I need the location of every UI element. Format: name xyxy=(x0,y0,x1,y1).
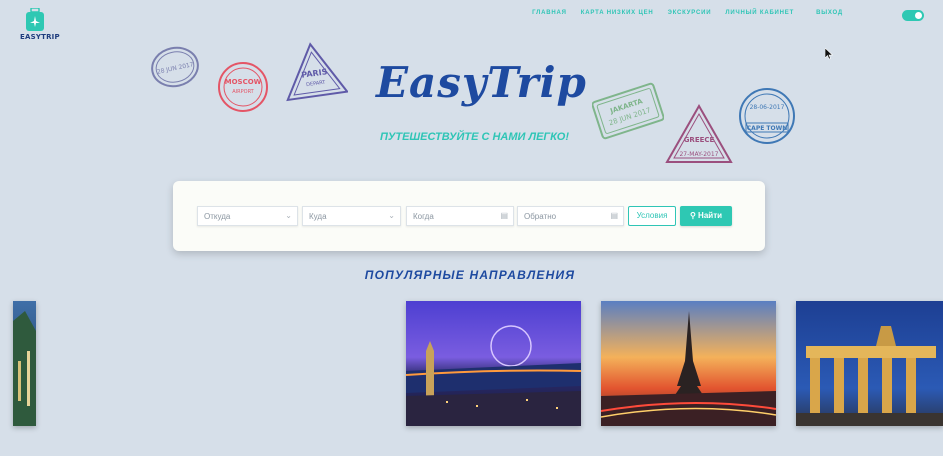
destination-image xyxy=(406,301,581,426)
stamp-moscow-sub: AIRPORT xyxy=(232,89,254,95)
hero-subtitle: Путешествуйте с нами легко! xyxy=(380,131,569,143)
back-placeholder: Обратно xyxy=(524,212,557,221)
depart-date-field[interactable]: Когда ▤ xyxy=(406,206,514,226)
return-date-field[interactable]: Обратно ▤ xyxy=(517,206,624,226)
stamp-paris: PARIS DEPART xyxy=(286,42,348,102)
logo-bag-icon xyxy=(26,8,44,31)
calendar-icon: ▤ xyxy=(610,211,618,220)
from-placeholder: Откуда xyxy=(204,212,231,221)
destination-card[interactable] xyxy=(13,301,36,426)
when-placeholder: Когда xyxy=(413,212,434,221)
stamp-greece-country: GREECE xyxy=(684,136,715,144)
stamp-moscow-city: MOSCOW xyxy=(225,78,262,86)
to-placeholder: Куда xyxy=(309,212,327,221)
cursor-icon xyxy=(825,48,833,60)
stamp-greece: GREECE 27-MAY-2017 xyxy=(665,104,733,163)
nav-excursions[interactable]: Экскурсии xyxy=(668,10,712,16)
nav-home[interactable]: Главная xyxy=(532,10,567,16)
find-button-label: Найти xyxy=(698,211,723,220)
destination-image xyxy=(601,301,776,426)
stamp-moscow: MOSCOW AIRPORT xyxy=(218,62,268,112)
destination-card[interactable] xyxy=(406,301,581,426)
stamp-greece-date: 27-MAY-2017 xyxy=(679,151,718,158)
calendar-icon: ▤ xyxy=(500,211,508,220)
to-field[interactable]: Куда ⌄ xyxy=(302,206,401,226)
search-icon: ⚲ xyxy=(689,211,696,220)
stamp-cape-town: 28-06-2017 CAPE TOWN xyxy=(739,88,795,144)
stamp-date-text: 28 JUN 2017 xyxy=(156,61,194,76)
destination-image xyxy=(13,301,36,426)
logo-text: EASYTRIP xyxy=(20,33,60,41)
logo[interactable]: EASYTRIP xyxy=(20,8,60,41)
stamp-paris-sub: DEPART xyxy=(306,79,327,88)
nav-account[interactable]: Личный кабинет xyxy=(725,10,794,16)
chevron-down-icon: ⌄ xyxy=(388,211,395,220)
destination-card[interactable] xyxy=(796,301,943,426)
search-form: Откуда ⌄ Куда ⌄ Когда ▤ Обратно ▤ Услови… xyxy=(173,181,765,251)
stamp-jakarta: JAKARTA 28 JUN 2017 xyxy=(592,82,664,140)
stamp-date: 28 JUN 2017 xyxy=(151,46,199,88)
theme-toggle[interactable] xyxy=(902,10,924,21)
chevron-down-icon: ⌄ xyxy=(285,211,292,220)
hero-title: EasyTrip xyxy=(376,58,587,107)
destination-card[interactable] xyxy=(601,301,776,426)
destination-image xyxy=(796,301,943,426)
from-field[interactable]: Откуда ⌄ xyxy=(197,206,298,226)
nav-logout[interactable]: Выход xyxy=(816,10,843,16)
conditions-button[interactable]: Условия xyxy=(628,206,676,226)
popular-destinations-title: Популярные направления xyxy=(364,268,576,282)
nav-low-price-map[interactable]: Карта низких цен xyxy=(581,10,654,16)
stamp-cape-town-date: 28-06-2017 xyxy=(750,104,785,111)
find-button[interactable]: ⚲ Найти xyxy=(680,206,732,226)
stamp-cape-town-city: CAPE TOWN xyxy=(747,125,787,132)
top-nav: Главная Карта низких цен Экскурсии Личны… xyxy=(532,10,843,16)
